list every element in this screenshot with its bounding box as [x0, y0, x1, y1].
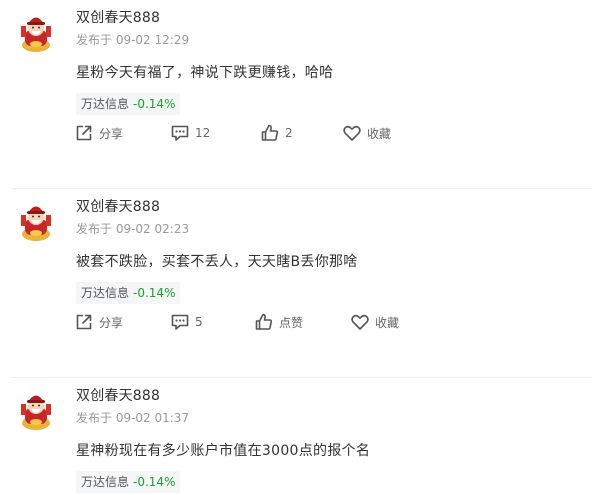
stock-tag[interactable]: 万达信息 -0.14% — [76, 93, 181, 115]
action-bar: 分享 12 2 收藏 — [74, 119, 494, 147]
comment-count: 12 — [195, 126, 211, 140]
share-icon — [76, 314, 92, 330]
post-time: 发布于 09-02 12:29 — [76, 33, 190, 47]
share-label: 分享 — [99, 126, 124, 141]
post-content[interactable]: 星粉今天有福了，神说下跌更赚钱，哈哈 — [76, 62, 333, 82]
stock-tag[interactable]: 万达信息 -0.14% — [76, 471, 181, 493]
favorite-label: 收藏 — [367, 126, 392, 141]
share-icon — [76, 125, 92, 141]
stock-name: 万达信息 — [81, 475, 130, 489]
comment-button[interactable]: 5 — [170, 308, 203, 336]
like-label: 点赞 — [279, 315, 304, 330]
like-count: 2 — [285, 126, 293, 140]
stock-change: -0.14% — [133, 475, 176, 489]
favorite-heart-icon — [343, 125, 361, 141]
post-item: 双创春天888 发布于 09-02 02:23 被套不跌脸，买套不丢人，天天瞎B… — [12, 189, 592, 378]
like-button[interactable]: 点赞 — [254, 308, 303, 336]
username[interactable]: 双创春天888 — [76, 196, 160, 216]
share-label: 分享 — [99, 315, 124, 330]
favorite-label: 收藏 — [375, 315, 400, 330]
stock-name: 万达信息 — [81, 97, 130, 111]
post-item: 双创春天888 发布于 09-02 12:29 星粉今天有福了，神说下跌更赚钱，… — [12, 0, 592, 189]
post-feed: 双创春天888 发布于 09-02 12:29 星粉今天有福了，神说下跌更赚钱，… — [0, 0, 592, 495]
stock-tag[interactable]: 万达信息 -0.14% — [76, 282, 181, 304]
comment-icon — [171, 125, 189, 141]
comment-button[interactable]: 12 — [170, 119, 210, 147]
like-icon — [255, 313, 273, 330]
favorite-heart-icon — [351, 314, 369, 330]
avatar-caishen-icon — [21, 17, 51, 52]
avatar[interactable] — [18, 390, 54, 430]
favorite-button[interactable]: 收藏 — [350, 308, 399, 336]
like-icon — [261, 124, 279, 141]
like-button[interactable]: 2 — [260, 119, 293, 147]
username[interactable]: 双创春天888 — [76, 385, 160, 405]
avatar-caishen-icon — [21, 206, 51, 241]
favorite-button[interactable]: 收藏 — [342, 119, 391, 147]
comment-icon — [171, 314, 189, 330]
avatar-caishen-icon — [21, 395, 51, 430]
post-time: 发布于 09-02 01:37 — [76, 411, 190, 425]
action-bar: 分享 5 点赞 收藏 — [74, 308, 494, 336]
post-time: 发布于 09-02 02:23 — [76, 222, 190, 236]
share-button[interactable]: 分享 — [74, 308, 123, 336]
post-item: 双创春天888 发布于 09-02 01:37 星神粉现在有多少账户市值在300… — [12, 378, 592, 495]
stock-change: -0.14% — [133, 286, 176, 300]
post-content[interactable]: 星神粉现在有多少账户市值在3000点的报个名 — [76, 440, 370, 460]
comment-count: 5 — [195, 315, 203, 329]
share-button[interactable]: 分享 — [74, 119, 123, 147]
username[interactable]: 双创春天888 — [76, 7, 160, 27]
post-content[interactable]: 被套不跌脸，买套不丢人，天天瞎B丢你那啥 — [76, 251, 358, 271]
avatar[interactable] — [18, 201, 54, 241]
stock-change: -0.14% — [133, 97, 176, 111]
stock-name: 万达信息 — [81, 286, 130, 300]
avatar[interactable] — [18, 12, 54, 52]
